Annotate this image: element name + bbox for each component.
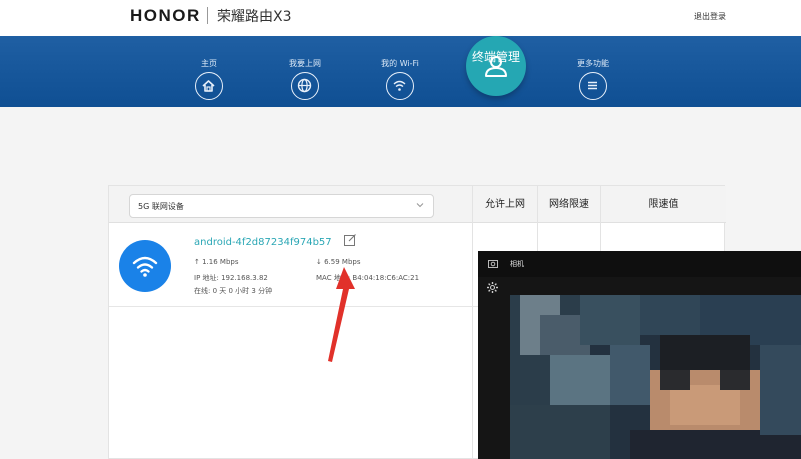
brand-divider: [207, 7, 208, 24]
column-allow-internet: 允许上网: [472, 186, 537, 223]
device-wifi-icon: [119, 240, 171, 292]
top-bar: HONOR 荣耀路由X3 退出登录: [0, 0, 801, 36]
column-limit-value: 限速值: [600, 186, 726, 223]
home-icon: [195, 72, 223, 100]
chevron-down-icon: [416, 203, 424, 208]
menu-icon: [579, 72, 607, 100]
device-filter-select[interactable]: 5G 联网设备: [129, 194, 434, 218]
nav-label-more: 更多功能: [577, 59, 609, 68]
nav-label-internet: 我要上网: [289, 59, 321, 68]
nav-item-internet[interactable]: 我要上网: [275, 58, 335, 100]
nav-item-terminal-active[interactable]: [466, 36, 526, 96]
device-name[interactable]: android-4f2d87234f974b57: [194, 237, 332, 248]
camera-title-bar: 相机: [478, 251, 801, 277]
logout-link[interactable]: 退出登录: [694, 11, 726, 22]
upload-arrow-icon: ↑: [194, 258, 203, 266]
camera-preview: [510, 295, 801, 459]
nav-item-home[interactable]: 主页: [179, 58, 239, 100]
pixelated-camera-feed: [510, 295, 801, 459]
camera-icon: [488, 260, 498, 268]
device-table-header: 5G 联网设备 允许上网 网络限速 限速值: [109, 186, 726, 223]
nav-item-wifi[interactable]: 我的 Wi-Fi: [370, 58, 430, 100]
nav-label-home: 主页: [201, 59, 217, 68]
gear-icon[interactable]: [486, 281, 499, 294]
router-admin-page: HONOR 荣耀路由X3 退出登录 主页 我要上网 我的 Wi-Fi 终端管理 …: [0, 0, 801, 459]
globe-icon: [291, 72, 319, 100]
red-arrow-annotation: [328, 267, 355, 362]
wifi-icon: [386, 72, 414, 100]
router-model-title: 荣耀路由X3: [217, 9, 292, 25]
device-filter-value: 5G 联网设备: [138, 202, 184, 211]
online-duration: 在线: 0 天 0 小时 3 分钟: [194, 287, 273, 295]
nav-label-terminal: 终端管理: [471, 50, 520, 64]
upload-speed: ↑ 1.16 Mbps: [194, 258, 239, 266]
nav-item-more[interactable]: 更多功能: [563, 58, 623, 100]
column-speed-limit: 网络限速: [537, 186, 600, 223]
edit-icon[interactable]: [343, 233, 357, 247]
ip-address: IP 地址: 192.168.3.82: [194, 274, 268, 282]
user-icon: [485, 56, 507, 77]
camera-window: 相机: [478, 251, 801, 459]
nav-label-wifi: 我的 Wi-Fi: [381, 59, 419, 68]
camera-title: 相机: [510, 260, 524, 268]
brand-logo: HONOR: [130, 6, 201, 25]
